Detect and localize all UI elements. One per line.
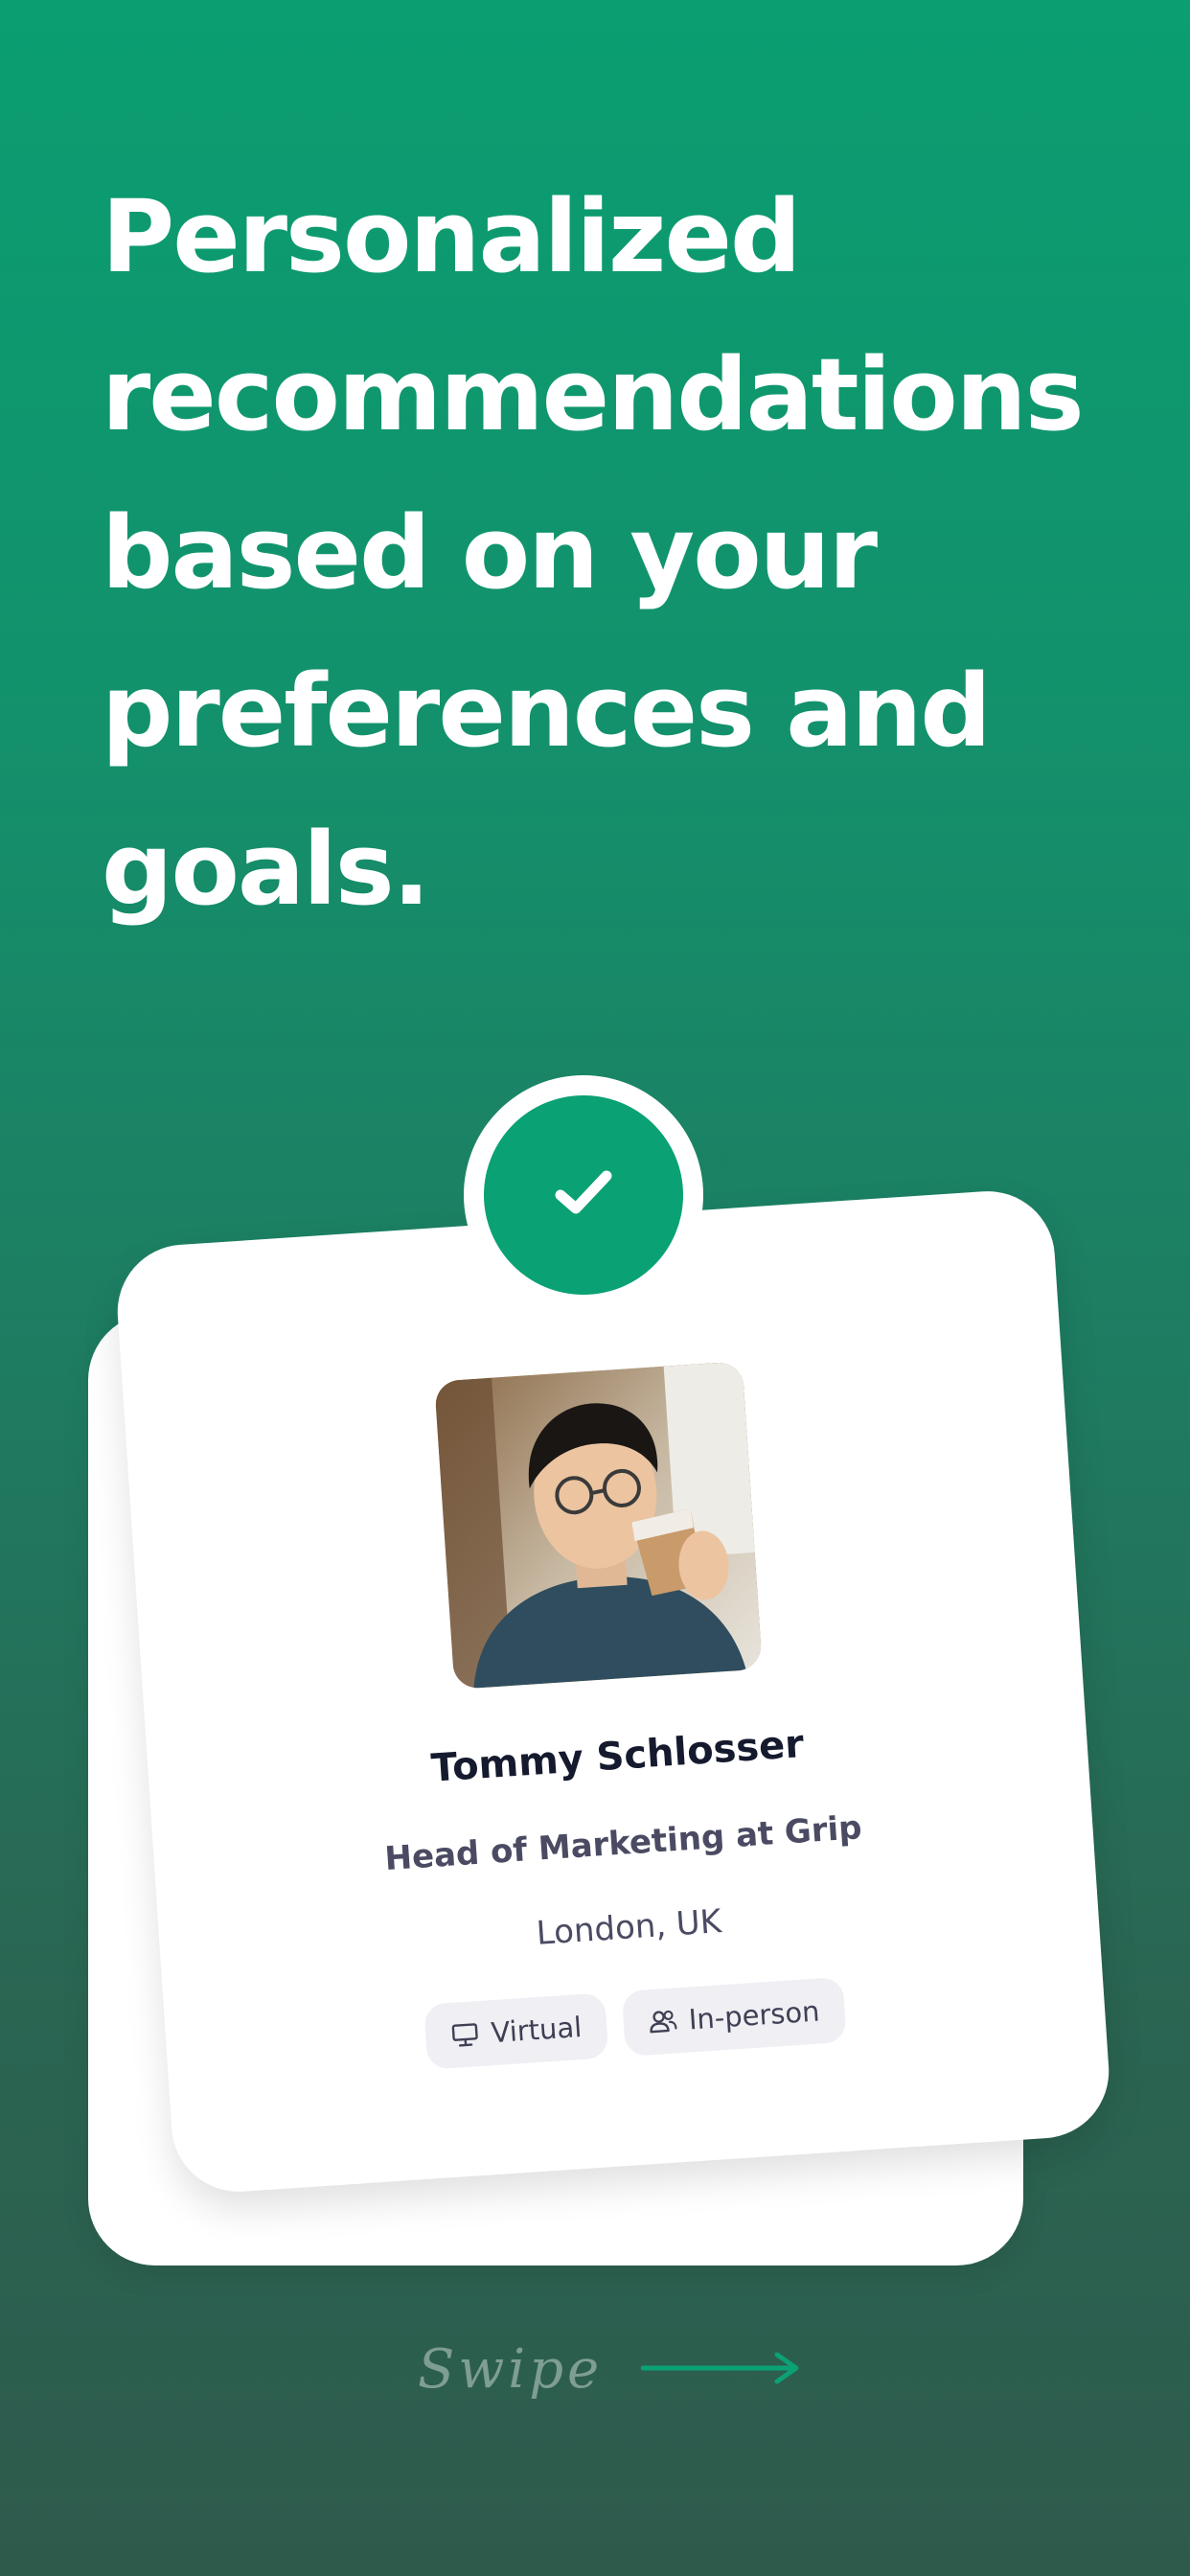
match-badge <box>464 1075 703 1315</box>
profile-photo <box>434 1361 763 1690</box>
checkmark-icon <box>553 1166 614 1224</box>
match-badge-inner <box>484 1095 683 1295</box>
profile-job-title: Head of Marketing at Grip <box>383 1808 863 1879</box>
headline-line: based on your <box>102 494 878 611</box>
tag-in-person: In-person <box>621 1976 847 2057</box>
headline-line: recommendations <box>102 336 1085 453</box>
profile-location: London, UK <box>535 1902 723 1953</box>
headline-line: preferences and <box>102 653 992 770</box>
meeting-type-tags: Virtual In-person <box>165 1960 1106 2087</box>
swipe-hint[interactable]: Swipe <box>418 2338 804 2401</box>
arrow-right-icon <box>640 2349 804 2391</box>
headline: Personalized recommendations based on yo… <box>102 158 1108 949</box>
tag-virtual: Virtual <box>423 1992 609 2070</box>
headline-line: Personalized <box>102 178 801 295</box>
people-icon <box>648 2007 678 2036</box>
monitor-icon <box>450 2020 481 2049</box>
tag-virtual-label: Virtual <box>490 2010 584 2050</box>
swipe-label: Swipe <box>418 2338 604 2401</box>
profile-photo-illustration <box>434 1361 763 1690</box>
headline-line: goals. <box>102 811 430 928</box>
tag-in-person-label: In-person <box>687 1994 821 2036</box>
profile-card[interactable]: Tommy Schlosser Head of Marketing at Gri… <box>113 1186 1113 2196</box>
profile-card-content: Tommy Schlosser Head of Marketing at Gri… <box>113 1187 1112 2196</box>
profile-name: Tommy Schlosser <box>429 1721 806 1791</box>
